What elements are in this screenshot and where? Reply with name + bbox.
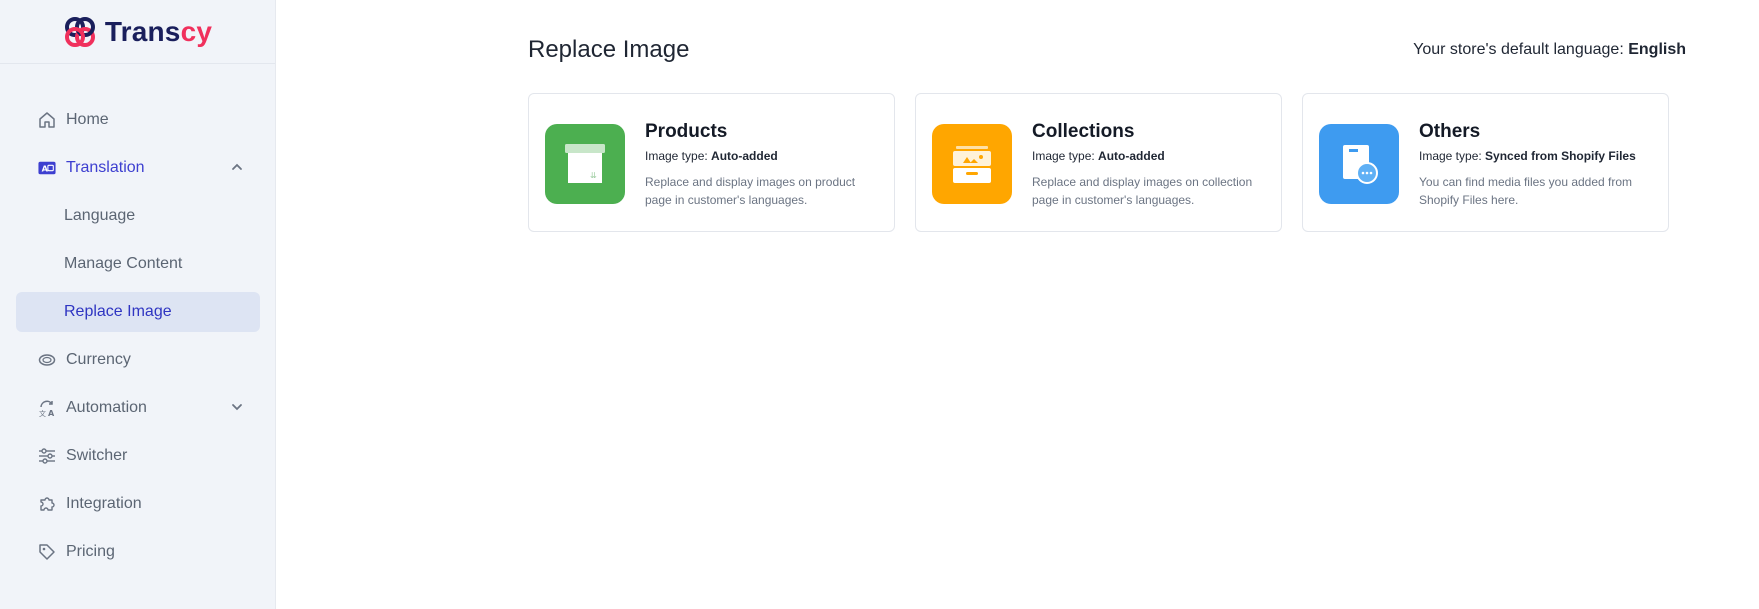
home-icon	[38, 111, 56, 129]
card-title: Others	[1419, 121, 1481, 142]
puzzle-icon	[38, 495, 56, 513]
others-card[interactable]: Others Image type: Synced from Shopify F…	[1302, 93, 1669, 232]
sidebar: Transcy Home A Translation Language Mana…	[0, 0, 276, 609]
default-language-value: English	[1628, 41, 1686, 58]
card-image-type-value: Auto-added	[711, 149, 778, 163]
sidebar-item-label: Integration	[66, 495, 142, 512]
sidebar-item-label: Manage Content	[64, 255, 183, 272]
transcy-logo-icon	[64, 16, 95, 47]
image-type-cards: ⇊ Products Image type: Auto-added Replac…	[528, 93, 1669, 232]
sidebar-item-label: Translation	[66, 159, 145, 176]
sidebar-item-language[interactable]: Language	[16, 196, 260, 236]
brand-logo[interactable]: Transcy	[0, 0, 275, 64]
card-image-type: Image type: Auto-added	[645, 149, 880, 163]
sidebar-item-replace-image[interactable]: Replace Image	[16, 292, 260, 332]
products-card[interactable]: ⇊ Products Image type: Auto-added Replac…	[528, 93, 895, 232]
product-box-icon: ⇊	[545, 124, 625, 204]
sidebar-item-pricing[interactable]: Pricing	[16, 532, 260, 572]
sidebar-item-label: Language	[64, 207, 136, 224]
sidebar-item-switcher[interactable]: Switcher	[16, 436, 260, 476]
sidebar-item-label: Switcher	[66, 447, 128, 464]
sidebar-item-label: Pricing	[66, 543, 115, 560]
svg-text:A: A	[48, 409, 55, 417]
sidebar-item-label: Currency	[66, 351, 131, 368]
brand-name-part2: cy	[180, 15, 213, 47]
brand-name: Transcy	[105, 16, 212, 48]
main-nav: Home A Translation Language Manage Conte…	[16, 100, 260, 580]
collections-card[interactable]: Collections Image type: Auto-added Repla…	[915, 93, 1282, 232]
card-image-type-label: Image type:	[1032, 149, 1095, 163]
card-image-type-label: Image type:	[1419, 149, 1482, 163]
main-content: Replace Image Your store's default langu…	[276, 0, 1759, 609]
card-image-type-value: Auto-added	[1098, 149, 1165, 163]
sidebar-item-integration[interactable]: Integration	[16, 484, 260, 524]
card-description: Replace and display images on product pa…	[645, 175, 856, 207]
sidebar-item-label: Replace Image	[64, 303, 172, 320]
page-title: Replace Image	[528, 36, 690, 63]
sidebar-item-home[interactable]: Home	[16, 100, 260, 140]
translation-icon: A	[38, 159, 56, 177]
card-description: You can find media files you added from …	[1419, 175, 1633, 207]
card-title: Products	[645, 121, 728, 142]
tag-icon	[38, 543, 56, 561]
card-image-type: Image type: Synced from Shopify Files	[1419, 149, 1654, 163]
card-description: Replace and display images on collection…	[1032, 175, 1253, 207]
sidebar-item-label: Home	[66, 111, 109, 128]
sidebar-item-currency[interactable]: Currency	[16, 340, 260, 380]
sliders-icon	[38, 447, 56, 465]
file-more-icon	[1319, 124, 1399, 204]
auto-translate-icon: 文A	[38, 399, 56, 417]
svg-text:⇊: ⇊	[590, 171, 597, 180]
currency-icon	[38, 351, 56, 369]
default-language-info: Your store's default language: English	[1413, 41, 1686, 59]
card-image-type-value: Synced from Shopify Files	[1485, 149, 1636, 163]
svg-text:文: 文	[39, 409, 46, 417]
sidebar-item-translation[interactable]: A Translation	[16, 148, 260, 188]
card-image-type: Image type: Auto-added	[1032, 149, 1267, 163]
chevron-up-icon[interactable]	[230, 160, 244, 174]
sidebar-item-automation[interactable]: 文A Automation	[16, 388, 260, 428]
sidebar-item-label: Automation	[66, 399, 147, 416]
card-title: Collections	[1032, 121, 1135, 142]
chevron-down-icon[interactable]	[230, 400, 244, 414]
sidebar-item-manage-content[interactable]: Manage Content	[16, 244, 260, 284]
card-image-type-label: Image type:	[645, 149, 708, 163]
default-language-label: Your store's default language:	[1413, 41, 1624, 58]
collection-box-icon	[932, 124, 1012, 204]
brand-name-part1: Trans	[104, 15, 181, 47]
